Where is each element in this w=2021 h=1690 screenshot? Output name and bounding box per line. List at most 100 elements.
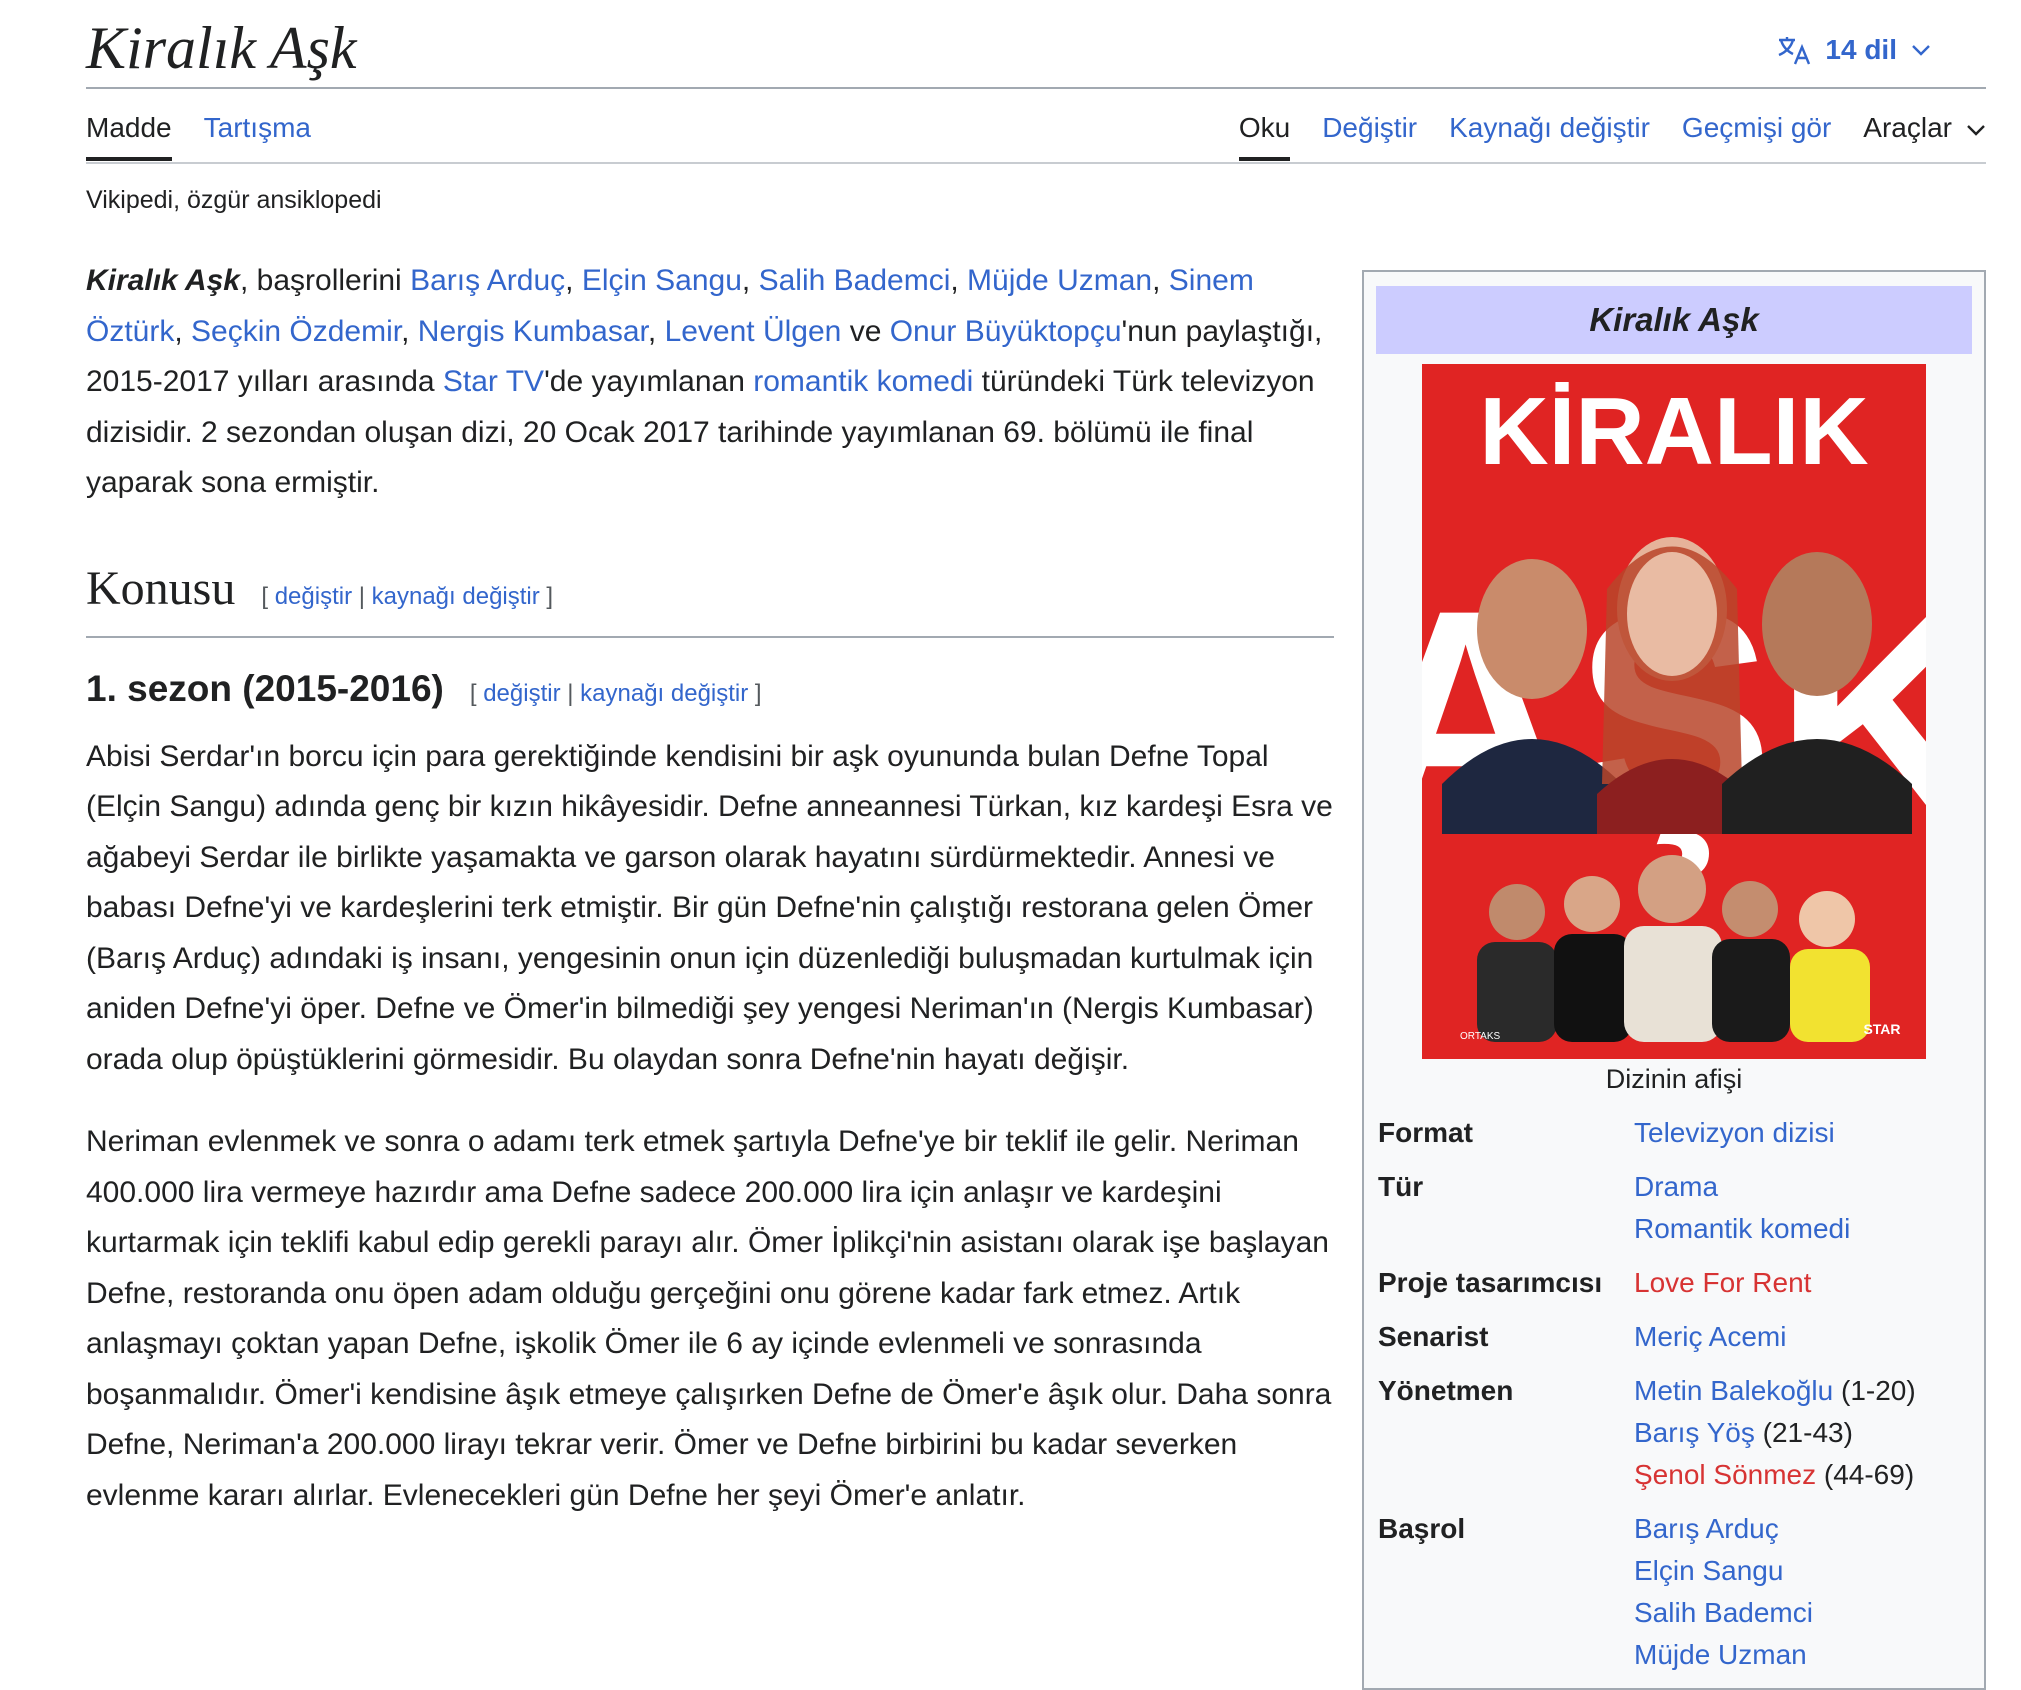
- tab-article[interactable]: Madde: [86, 108, 172, 161]
- subsection-heading: 1. sezon (2015-2016) [ değiştir | kaynağ…: [86, 664, 1334, 720]
- tools-label: Araçlar: [1863, 112, 1952, 143]
- row-label: Başrol: [1378, 1513, 1466, 1544]
- row-label: Format: [1378, 1117, 1473, 1148]
- row-label: Senarist: [1378, 1321, 1489, 1352]
- chevron-down-icon: [1966, 108, 1986, 148]
- tab-edit-source[interactable]: Kaynağı değiştir: [1449, 108, 1650, 161]
- link-star[interactable]: Müjde Uzman: [1634, 1639, 1807, 1670]
- comma: ,: [174, 314, 192, 348]
- translate-icon: [1777, 35, 1811, 65]
- link-actor[interactable]: Müjde Uzman: [967, 264, 1152, 297]
- comma: ,: [950, 264, 968, 297]
- series-poster[interactable]: KİRALIK AŞK STAR ORTAKS: [1422, 364, 1926, 1059]
- row-value: Televizyon dizisi: [1634, 1112, 1835, 1154]
- poster-lead-cast: [1442, 537, 1912, 834]
- link-genre-romcom[interactable]: Romantik komedi: [1634, 1213, 1850, 1244]
- redlink-creator[interactable]: Love For Rent: [1634, 1267, 1811, 1298]
- poster-caption: Dizinin afişi: [1605, 1064, 1743, 1094]
- infobox-rows: Format Televizyon dizisi Tür Drama Roman…: [1378, 1112, 1978, 1688]
- row-value: Drama Romantik komedi: [1634, 1166, 1850, 1250]
- comma: ,: [565, 264, 582, 297]
- plot-paragraph: Abisi Serdar'ın borcu için para gerektiğ…: [86, 739, 1333, 1076]
- row-value: Meriç Acemi: [1634, 1316, 1786, 1358]
- link-actor[interactable]: Nergis Kumbasar: [418, 315, 648, 348]
- site-tagline: Vikipedi, özgür ansiklopedi: [86, 186, 382, 214]
- intro-paragraph: Kiralık Aşk, başrollerini Barış Arduç, E…: [86, 256, 1334, 509]
- link-actor[interactable]: Elçin Sangu: [582, 264, 742, 297]
- comma: ,: [741, 264, 759, 297]
- intro-title: Kiralık Aşk: [86, 264, 240, 297]
- bracket: [: [261, 582, 269, 610]
- link-writer[interactable]: Meriç Acemi: [1634, 1321, 1786, 1352]
- episode-range: (44-69): [1823, 1459, 1915, 1490]
- link-actor[interactable]: Barış Arduç: [410, 264, 565, 297]
- link-actor[interactable]: Onur Büyüktopçu: [890, 315, 1122, 348]
- title-divider: [86, 87, 1986, 89]
- infobox-title: Kiralık Aşk: [1376, 286, 1972, 354]
- row-value: Metin Balekoğlu (1-20) Barış Yöş (21-43)…: [1634, 1370, 1916, 1496]
- bracket: [: [469, 680, 477, 707]
- link-actor[interactable]: Levent Ülgen: [665, 315, 842, 348]
- tabs-divider: [86, 162, 1986, 164]
- row-label: Tür: [1378, 1171, 1424, 1202]
- poster-production-logo: ORTAKS: [1460, 1031, 1501, 1042]
- row-value: Barış Arduç Elçin Sangu Salih Bademci Mü…: [1634, 1508, 1813, 1676]
- tab-history[interactable]: Geçmişi gör: [1682, 108, 1831, 161]
- namespace-tabs: Madde Tartışma: [86, 108, 311, 161]
- bracket: ]: [546, 582, 554, 610]
- infobox-row-writer: Senarist Meriç Acemi: [1378, 1316, 1978, 1358]
- row-value: Love For Rent: [1634, 1262, 1811, 1304]
- tools-dropdown[interactable]: Araçlar: [1863, 108, 1986, 161]
- separator: |: [567, 680, 574, 707]
- section-edit-links: [ değiştir | kaynağı değiştir ]: [261, 572, 553, 623]
- edit-source-section-link[interactable]: kaynağı değiştir: [580, 680, 748, 707]
- infobox-row-format: Format Televizyon dizisi: [1378, 1112, 1978, 1154]
- link-channel[interactable]: Star TV: [443, 365, 544, 398]
- infobox: Kiralık Aşk KİRALIK AŞK STAR: [1362, 270, 1986, 1690]
- bracket: ]: [754, 680, 762, 707]
- link-actor[interactable]: Seçkin Özdemir: [191, 315, 401, 348]
- tab-edit[interactable]: Değiştir: [1322, 108, 1417, 161]
- language-count: 14 dil: [1825, 34, 1897, 65]
- view-tabs: Oku Değiştir Kaynağı değiştir Geçmişi gö…: [1238, 108, 1986, 161]
- link-director[interactable]: Barış Yöş: [1634, 1417, 1755, 1448]
- row-label: Yönetmen: [1378, 1375, 1514, 1406]
- section-title: Konusu: [86, 561, 236, 615]
- link-genre-drama[interactable]: Drama: [1634, 1171, 1718, 1202]
- comma: ,: [401, 314, 418, 348]
- episode-range: (21-43): [1762, 1417, 1853, 1448]
- chevron-down-icon: [1911, 43, 1931, 57]
- edit-source-section-link[interactable]: kaynağı değiştir: [372, 583, 540, 610]
- infobox-row-director: Yönetmen Metin Balekoğlu (1-20) Barış Yö…: [1378, 1370, 1978, 1496]
- edit-section-link[interactable]: değiştir: [275, 583, 352, 610]
- tab-read[interactable]: Oku: [1238, 108, 1291, 161]
- link-director[interactable]: Metin Balekoğlu: [1634, 1375, 1833, 1406]
- poster-channel-logo: STAR: [1863, 1021, 1900, 1037]
- link-actor[interactable]: Salih Bademci: [759, 264, 951, 297]
- poster-title-top: KİRALIK: [1479, 378, 1868, 485]
- subsection-edit-links: [ değiştir | kaynağı değiştir ]: [470, 669, 762, 720]
- comma: ,: [1152, 264, 1169, 297]
- language-button[interactable]: 14 dil: [1777, 30, 1931, 70]
- link-genre[interactable]: romantik komedi: [753, 365, 973, 398]
- intro-text: 'de yayımlanan: [544, 365, 754, 398]
- article-body: Kiralık Aşk, başrollerini Barış Arduç, E…: [86, 256, 1334, 1521]
- edit-section-link[interactable]: değiştir: [483, 680, 560, 707]
- infobox-row-creator: Proje tasarımcısı Love For Rent: [1378, 1262, 1978, 1304]
- separator: |: [358, 582, 365, 610]
- episode-range: (1-20): [1841, 1375, 1916, 1406]
- subsection-title: 1. sezon (2015-2016): [86, 668, 444, 709]
- intro-text: , başrollerini: [239, 264, 411, 297]
- tab-talk[interactable]: Tartışma: [204, 108, 311, 161]
- plot-paragraph: Neriman evlenmek ve sonra o adamı terk e…: [86, 1125, 1332, 1512]
- link-star[interactable]: Barış Arduç: [1634, 1513, 1779, 1544]
- redlink-director[interactable]: Şenol Sönmez: [1634, 1459, 1816, 1490]
- link-star[interactable]: Elçin Sangu: [1634, 1555, 1783, 1586]
- link-format[interactable]: Televizyon dizisi: [1634, 1117, 1835, 1148]
- link-star[interactable]: Salih Bademci: [1634, 1597, 1813, 1628]
- row-label: Proje tasarımcısı: [1378, 1267, 1603, 1298]
- page-title: Kiralık Aşk: [86, 15, 357, 81]
- section-heading: Konusu [ değiştir | kaynağı değiştir ]: [86, 557, 1334, 638]
- infobox-row-genre: Tür Drama Romantik komedi: [1378, 1166, 1978, 1250]
- comma: ,: [647, 314, 665, 348]
